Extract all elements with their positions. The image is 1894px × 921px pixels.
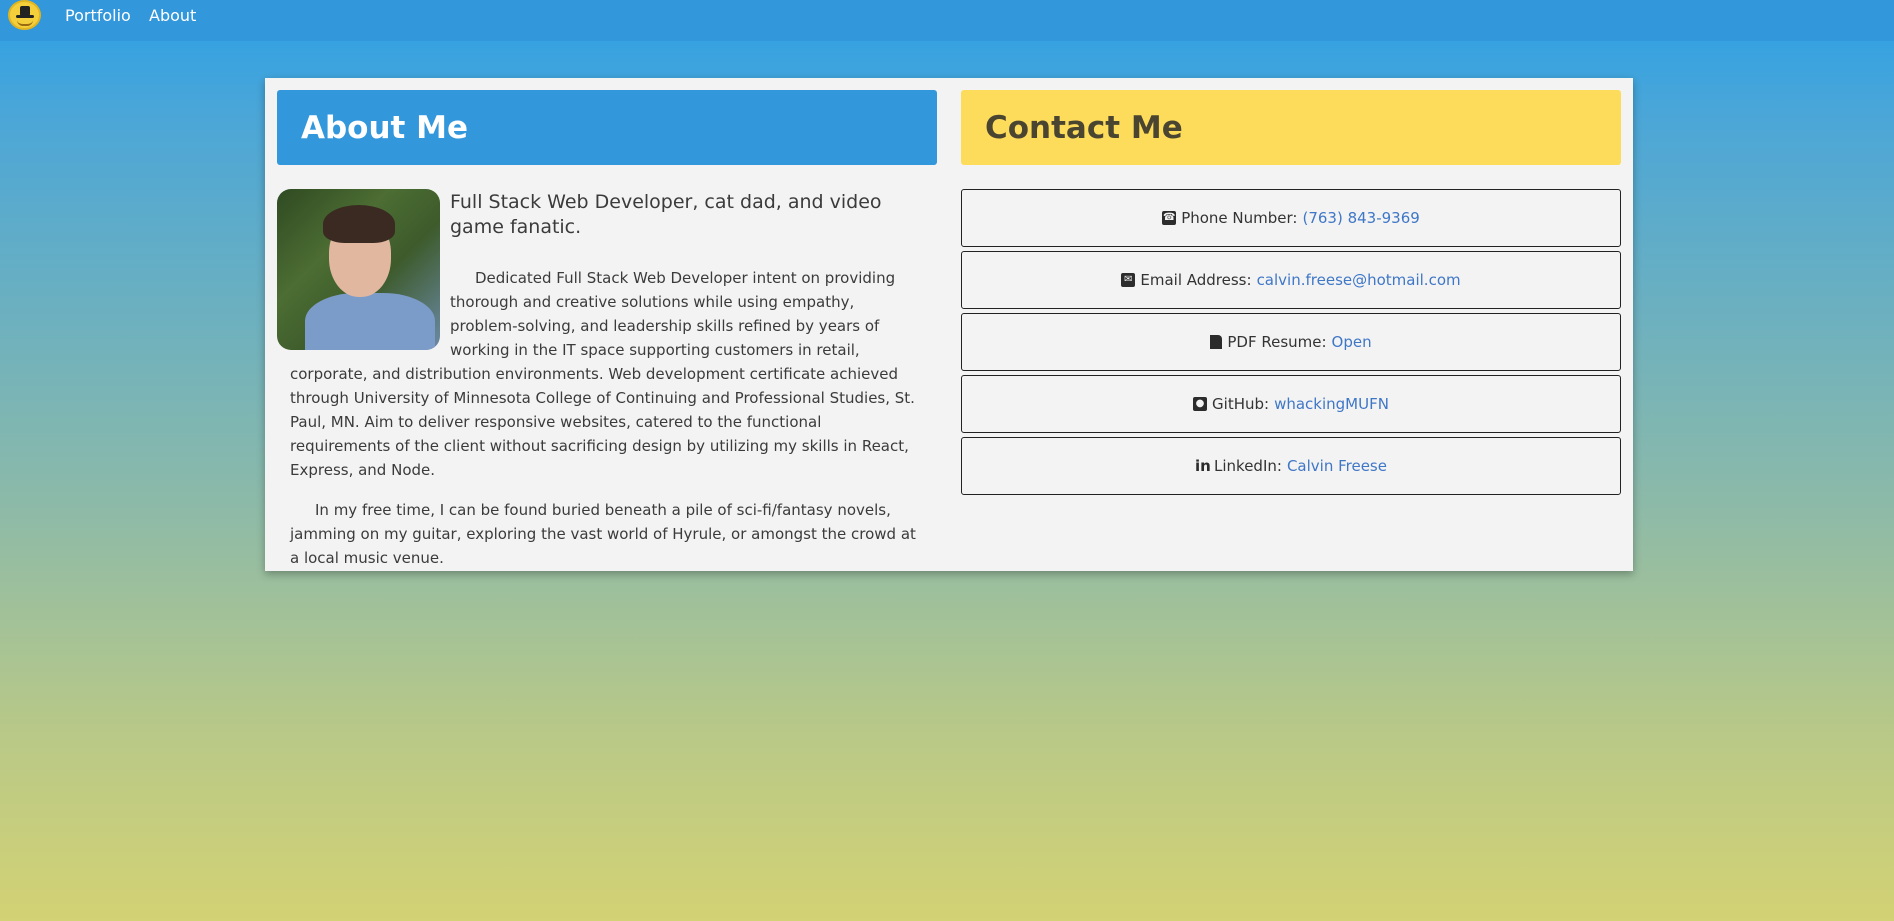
file-icon bbox=[1210, 335, 1223, 349]
contact-header: Contact Me bbox=[961, 90, 1621, 165]
contact-item-resume: PDF Resume: Open bbox=[961, 313, 1621, 371]
about-bio: Dedicated Full Stack Web Developer inten… bbox=[290, 266, 920, 586]
contact-list: ☎ Phone Number: (763) 843-9369 ✉ Email A… bbox=[961, 189, 1621, 499]
contact-label: GitHub: bbox=[1212, 395, 1270, 413]
linkedin-link[interactable]: Calvin Freese bbox=[1287, 457, 1387, 475]
contact-label: Email Address: bbox=[1140, 271, 1252, 289]
main-card: About Me Contact Me Full Stack Web Devel… bbox=[265, 78, 1633, 571]
contact-label: LinkedIn: bbox=[1214, 457, 1282, 475]
about-tagline: Full Stack Web Developer, cat dad, and v… bbox=[450, 191, 882, 238]
about-title: About Me bbox=[301, 110, 469, 146]
linkedin-icon: in bbox=[1195, 457, 1211, 475]
contact-title: Contact Me bbox=[985, 110, 1183, 146]
contact-label: PDF Resume: bbox=[1227, 333, 1327, 351]
contact-item-email: ✉ Email Address: calvin.freese@hotmail.c… bbox=[961, 251, 1621, 309]
email-link[interactable]: calvin.freese@hotmail.com bbox=[1257, 271, 1461, 289]
github-link[interactable]: whackingMUFN bbox=[1274, 395, 1389, 413]
github-icon: ● bbox=[1193, 397, 1208, 411]
bio-paragraph-2: In my free time, I can be found buried b… bbox=[290, 501, 916, 567]
phone-icon: ☎ bbox=[1162, 211, 1177, 225]
about-header: About Me bbox=[277, 90, 937, 165]
contact-item-linkedin: in LinkedIn: Calvin Freese bbox=[961, 437, 1621, 495]
navbar: Portfolio About bbox=[0, 0, 1894, 41]
contact-item-phone: ☎ Phone Number: (763) 843-9369 bbox=[961, 189, 1621, 247]
envelope-icon: ✉ bbox=[1121, 273, 1136, 287]
nav-link-about[interactable]: About bbox=[149, 6, 196, 25]
nav-link-portfolio[interactable]: Portfolio bbox=[65, 6, 131, 25]
resume-link[interactable]: Open bbox=[1332, 333, 1372, 351]
phone-link[interactable]: (763) 843-9369 bbox=[1302, 209, 1419, 227]
logo-icon[interactable] bbox=[8, 0, 41, 30]
contact-label: Phone Number: bbox=[1181, 209, 1298, 227]
contact-item-github: ● GitHub: whackingMUFN bbox=[961, 375, 1621, 433]
